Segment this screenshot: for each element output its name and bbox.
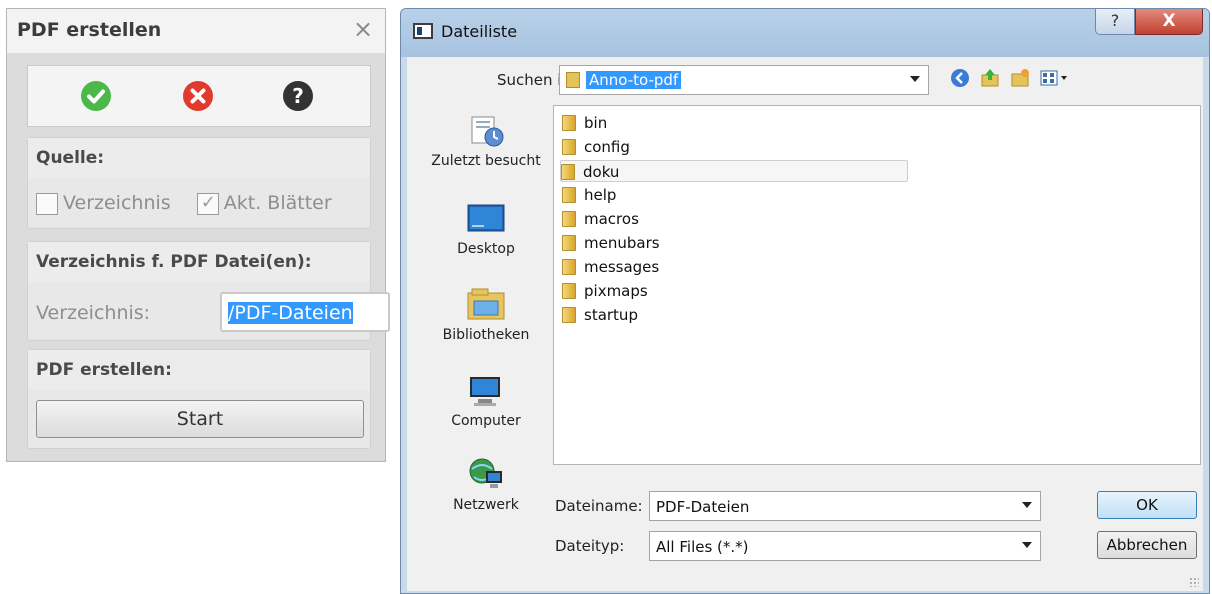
- places-sidebar: Zuletzt besucht Desktop Bibliotheken Com…: [425, 105, 547, 525]
- panel-close-icon[interactable]: ×: [349, 15, 377, 43]
- target-directory-input[interactable]: /PDF-Dateien: [220, 292, 390, 332]
- screen: PDF erstellen × ? Quelle: Verzeichnis Ak…: [0, 0, 1212, 594]
- place-libraries[interactable]: Bibliotheken: [425, 287, 547, 343]
- chevron-down-icon[interactable]: [910, 76, 920, 82]
- list-item[interactable]: config: [562, 136, 630, 158]
- look-in-value: Anno-to-pdf: [586, 71, 682, 89]
- help-question-icon[interactable]: ?: [282, 80, 314, 112]
- place-libraries-label: Bibliotheken: [442, 327, 530, 343]
- panel-header: PDF erstellen ×: [7, 9, 385, 53]
- target-label: Verzeichnis:: [36, 302, 151, 324]
- list-item[interactable]: help: [562, 184, 616, 206]
- computer-icon: [466, 373, 506, 409]
- recent-places-icon: [466, 113, 506, 149]
- folder-icon: [562, 139, 576, 155]
- list-item[interactable]: pixmaps: [562, 280, 648, 302]
- create-group: PDF erstellen: Start: [27, 349, 371, 449]
- folder-icon: [562, 235, 576, 251]
- folder-icon: [562, 115, 576, 131]
- panel-title: PDF erstellen: [17, 19, 162, 41]
- place-desktop-label: Desktop: [457, 241, 515, 257]
- target-heading: Verzeichnis f. PDF Datei(en):: [28, 242, 370, 282]
- cancel-button[interactable]: Abbrechen: [1097, 531, 1197, 559]
- ok-button[interactable]: OK: [1097, 491, 1197, 519]
- place-network[interactable]: Netzwerk: [425, 457, 547, 513]
- place-computer[interactable]: Computer: [425, 373, 547, 429]
- place-desktop[interactable]: Desktop: [425, 201, 547, 257]
- filetype-label: Dateityp:: [555, 537, 625, 555]
- folder-icon: [562, 211, 576, 227]
- folder-icon: [566, 72, 580, 88]
- place-recent[interactable]: Zuletzt besucht: [425, 113, 547, 169]
- file-dialog: Dateiliste ? X Suchen in: Anno-to-pdf Zu…: [400, 8, 1210, 594]
- folder-icon: [562, 259, 576, 275]
- folder-icon: [562, 307, 576, 323]
- network-icon: [466, 457, 506, 493]
- list-item-hovered[interactable]: doku: [560, 160, 908, 182]
- dialog-titlebar: Dateiliste ? X: [401, 9, 1209, 57]
- resize-grip-icon[interactable]: [1189, 577, 1199, 587]
- window-icon: [413, 23, 433, 39]
- new-folder-icon[interactable]: [1009, 67, 1031, 89]
- sheets-checkbox-label: Akt. Blätter: [223, 192, 332, 214]
- filename-combo[interactable]: PDF-Dateien: [649, 491, 1041, 521]
- filetype-combo[interactable]: All Files (*.*): [649, 531, 1041, 561]
- filename-value: PDF-Dateien: [656, 498, 750, 516]
- list-item[interactable]: menubars: [562, 232, 660, 254]
- folder-icon: [562, 283, 576, 299]
- source-options: Verzeichnis Akt. Blätter: [36, 192, 332, 215]
- dialog-close-button[interactable]: X: [1135, 9, 1203, 35]
- libraries-icon: [466, 287, 506, 323]
- place-network-label: Netzwerk: [453, 497, 519, 513]
- view-menu-icon[interactable]: [1039, 67, 1071, 89]
- folder-icon: [562, 187, 576, 203]
- back-icon[interactable]: [949, 67, 971, 89]
- place-computer-label: Computer: [451, 413, 521, 429]
- source-group: Quelle: Verzeichnis Akt. Blätter: [27, 137, 371, 229]
- dialog-body: Suchen in: Anno-to-pdf Zuletzt besucht D…: [407, 57, 1203, 591]
- target-directory-value: /PDF-Dateien: [228, 302, 353, 324]
- desktop-icon: [466, 201, 506, 237]
- directory-checkbox[interactable]: [36, 192, 58, 215]
- look-in-combo[interactable]: Anno-to-pdf: [559, 65, 929, 95]
- place-recent-label: Zuletzt besucht: [431, 153, 541, 169]
- filename-label: Dateiname:: [555, 497, 643, 515]
- target-group: Verzeichnis f. PDF Datei(en): Verzeichni…: [27, 241, 390, 341]
- ok-check-icon[interactable]: [80, 80, 112, 112]
- list-item[interactable]: macros: [562, 208, 639, 230]
- filetype-value: All Files (*.*): [656, 538, 749, 556]
- pdf-create-panel: PDF erstellen × ? Quelle: Verzeichnis Ak…: [6, 8, 390, 462]
- list-item[interactable]: startup: [562, 304, 638, 326]
- folder-icon: [561, 164, 575, 180]
- cancel-x-icon[interactable]: [182, 80, 214, 112]
- chevron-down-icon[interactable]: [1022, 502, 1032, 508]
- start-button[interactable]: Start: [36, 400, 364, 438]
- create-heading: PDF erstellen:: [28, 350, 370, 390]
- source-heading: Quelle:: [28, 138, 370, 178]
- dialog-title: Dateiliste: [441, 22, 518, 41]
- list-item[interactable]: bin: [562, 112, 607, 134]
- directory-checkbox-label: Verzeichnis: [63, 192, 171, 214]
- toolbar: ?: [27, 65, 371, 127]
- svg-text:?: ?: [292, 84, 304, 108]
- chevron-down-icon[interactable]: [1022, 542, 1032, 548]
- up-folder-icon[interactable]: [979, 67, 1001, 89]
- list-item[interactable]: messages: [562, 256, 659, 278]
- file-list: bin config doku help macros menubars mes…: [553, 105, 1201, 465]
- sheets-checkbox[interactable]: [196, 192, 219, 215]
- target-row: Verzeichnis: /PDF-Dateien: [28, 288, 390, 338]
- dialog-help-button[interactable]: ?: [1095, 9, 1135, 35]
